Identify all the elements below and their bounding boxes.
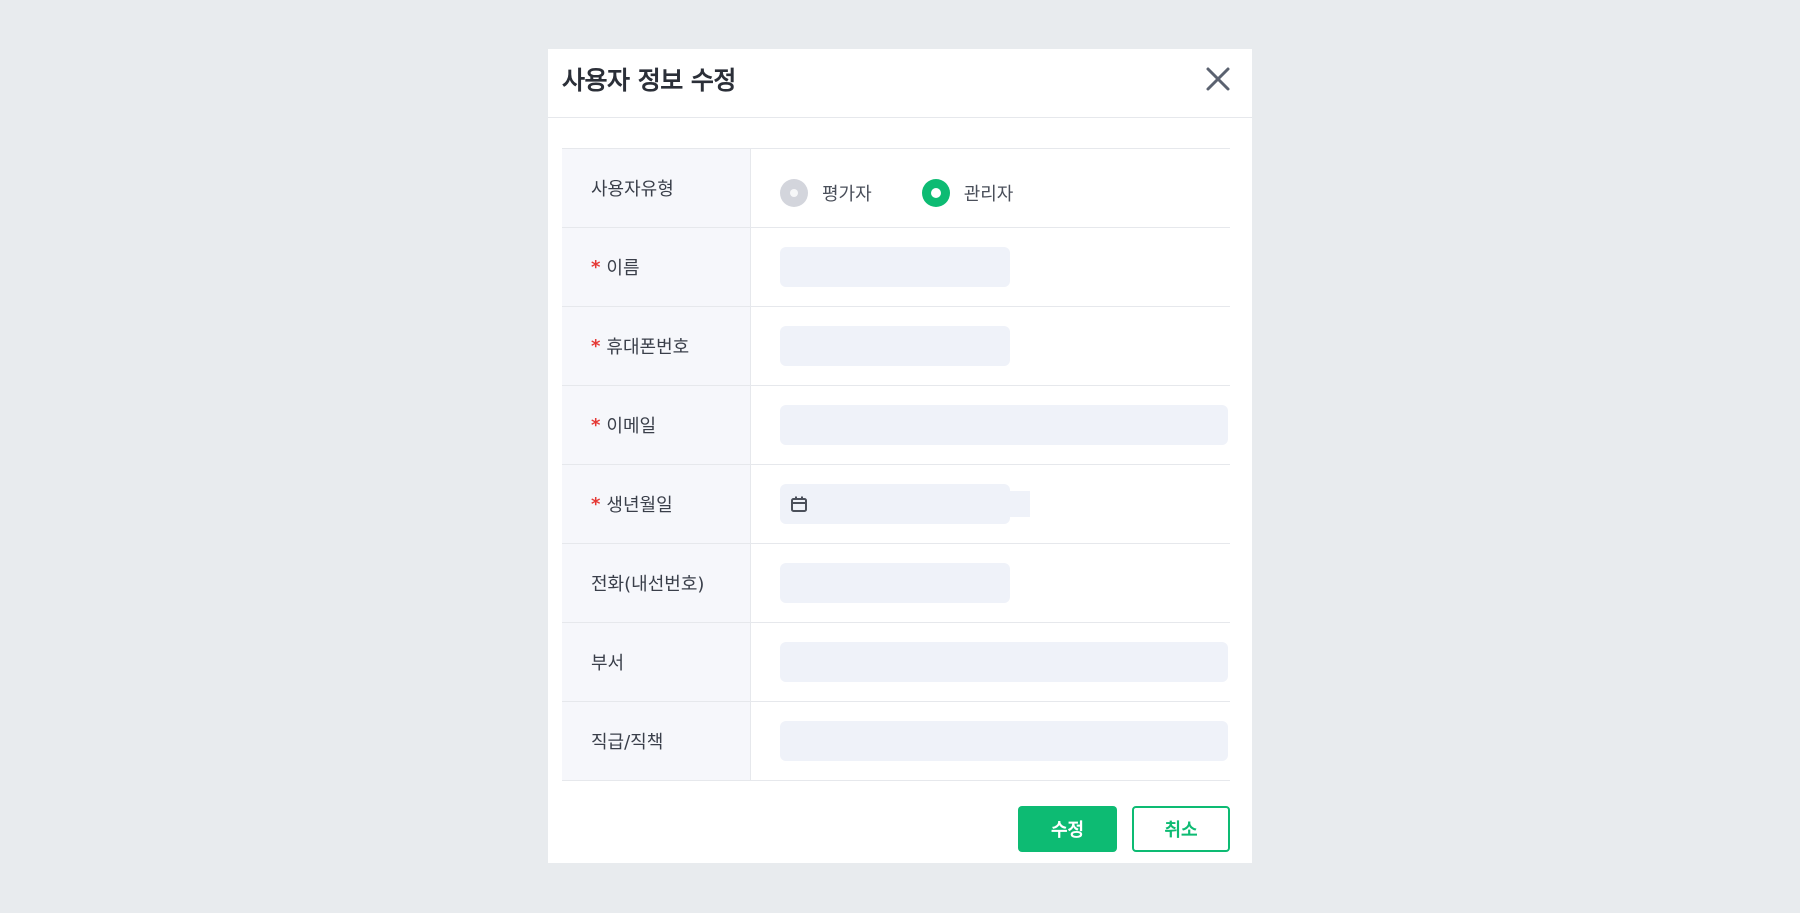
radio-unchecked-icon: [780, 179, 808, 207]
radio-checked-icon: [921, 179, 950, 207]
edit-user-modal: 사용자 정보 수정 사용자유형 평가자 관리자 * 이름 * 휴대폰번호 * 이…: [548, 49, 1252, 863]
modal-header: 사용자 정보 수정: [548, 49, 1252, 118]
birthdate-field-cell: [751, 465, 1230, 543]
required-mark: *: [591, 493, 601, 515]
phone-ext-label: 전화(내선번호): [562, 544, 751, 622]
birthdate-label: * 생년월일: [562, 465, 751, 543]
close-button[interactable]: [1202, 63, 1234, 95]
name-input[interactable]: [780, 247, 1010, 287]
department-input[interactable]: [780, 642, 1228, 682]
name-label: * 이름: [562, 228, 751, 306]
radio-admin-label: 관리자: [963, 184, 1014, 205]
close-icon: [1206, 67, 1230, 91]
position-field-cell: [751, 702, 1230, 780]
position-label: 직급/직책: [562, 702, 751, 780]
radio-admin[interactable]: 관리자: [921, 179, 1014, 207]
birthdate-picker: [780, 484, 1030, 524]
form-row-birthdate: * 생년월일: [562, 465, 1230, 544]
submit-button[interactable]: 수정: [1018, 806, 1117, 852]
user-type-radio-group: 평가자 관리자: [780, 179, 1063, 207]
department-label: 부서: [562, 623, 751, 701]
mobile-label-text: 휴대폰번호: [606, 337, 690, 358]
email-label: * 이메일: [562, 386, 751, 464]
required-mark: *: [591, 335, 601, 357]
position-label-text: 직급/직책: [591, 732, 664, 753]
email-field-cell: [751, 386, 1230, 464]
department-field-cell: [751, 623, 1230, 701]
cancel-button[interactable]: 취소: [1132, 806, 1230, 852]
calendar-icon[interactable]: [790, 495, 808, 513]
user-form: 사용자유형 평가자 관리자 * 이름 * 휴대폰번호 * 이메일 * 생년월일 …: [562, 148, 1230, 781]
email-input[interactable]: [780, 405, 1228, 445]
form-row-email: * 이메일: [562, 386, 1230, 465]
phone-ext-field-cell: [751, 544, 1230, 622]
form-row-position: 직급/직책: [562, 702, 1230, 781]
radio-evaluator[interactable]: 평가자: [780, 179, 872, 207]
form-row-phone-ext: 전화(내선번호): [562, 544, 1230, 623]
user-type-field: 평가자 관리자: [751, 149, 1230, 227]
mobile-field-cell: [751, 307, 1230, 385]
modal-title: 사용자 정보 수정: [562, 66, 736, 95]
user-type-label-text: 사용자유형: [591, 179, 674, 200]
required-mark: *: [591, 414, 601, 436]
form-row-user-type: 사용자유형 평가자 관리자: [562, 149, 1230, 228]
name-field-cell: [751, 228, 1230, 306]
required-mark: *: [591, 256, 601, 278]
date-input-tail: [1008, 491, 1030, 517]
radio-evaluator-label: 평가자: [822, 184, 872, 205]
birthdate-label-text: 생년월일: [606, 495, 673, 516]
form-row-name: * 이름: [562, 228, 1230, 307]
phone-ext-input[interactable]: [780, 563, 1010, 603]
position-input[interactable]: [780, 721, 1228, 761]
form-row-department: 부서: [562, 623, 1230, 702]
department-label-text: 부서: [591, 653, 625, 674]
mobile-label: * 휴대폰번호: [562, 307, 751, 385]
form-row-mobile: * 휴대폰번호: [562, 307, 1230, 386]
mobile-input[interactable]: [780, 326, 1010, 366]
email-label-text: 이메일: [606, 416, 657, 437]
birthdate-input[interactable]: [780, 484, 1010, 524]
name-label-text: 이름: [606, 258, 640, 279]
user-type-label: 사용자유형: [562, 149, 751, 227]
phone-ext-label-text: 전화(내선번호): [591, 574, 705, 595]
